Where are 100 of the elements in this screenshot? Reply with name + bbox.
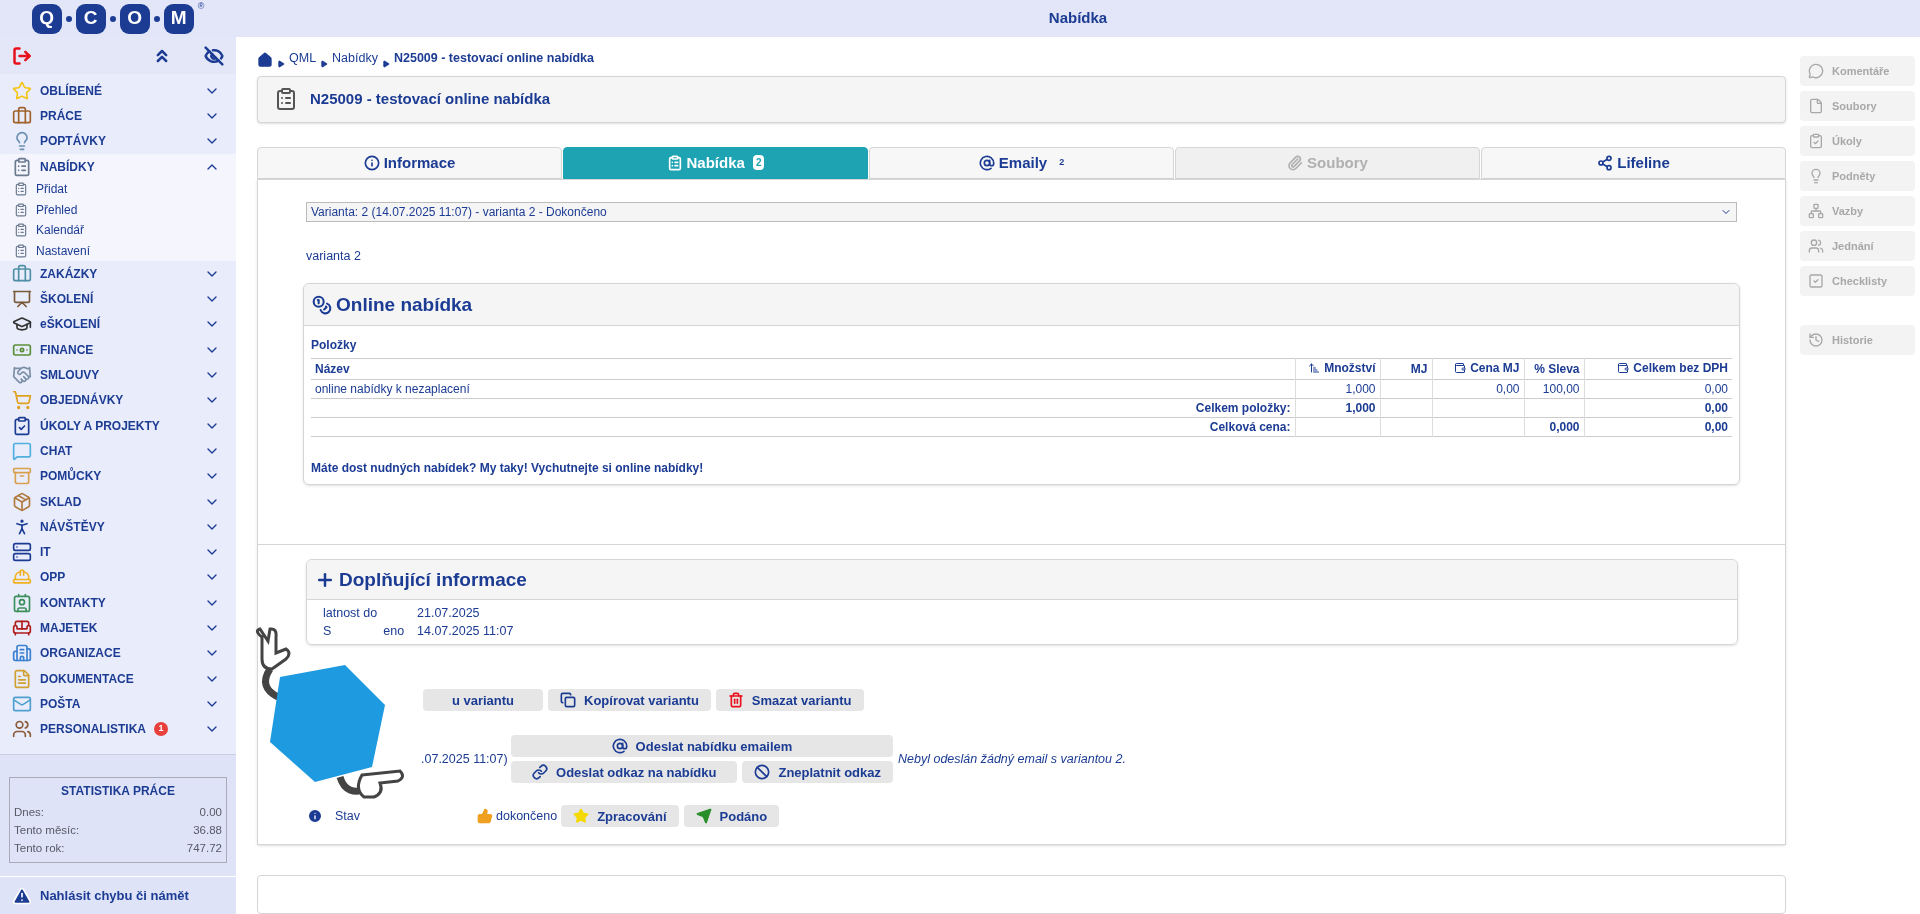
registered-mark: ®	[197, 0, 205, 13]
sidebar-item[interactable]: SKLAD	[0, 488, 236, 515]
checkbox-icon	[1808, 273, 1824, 289]
sidebar-subitem[interactable]: Nastavení	[0, 240, 236, 262]
panel-title: Doplňující informace	[339, 567, 527, 592]
stats-label: Tento měsíc:	[14, 822, 80, 838]
warning-icon	[12, 885, 32, 906]
logout-icon[interactable]	[12, 45, 32, 66]
column-header: % Sleva	[1534, 361, 1580, 379]
sidebar-item[interactable]: OBJEDNÁVKY	[0, 387, 236, 413]
chat-icon	[12, 440, 32, 461]
breadcrumb-link[interactable]: QML	[289, 48, 317, 68]
sidebar-item[interactable]: ÚKOLY A PROJEKTY	[0, 412, 236, 439]
detail-value: 21.07.2025	[417, 604, 480, 622]
report-link[interactable]: Nahlásit chybu či námět	[40, 885, 189, 906]
ban-icon	[754, 764, 771, 781]
sidebar-item[interactable]: POMŮCKY	[0, 463, 236, 489]
lightbulb-icon	[1808, 168, 1824, 184]
table-cell: 1,000	[1345, 382, 1376, 397]
clipboard-icon	[14, 202, 28, 217]
table-cell: 100,00	[1542, 382, 1580, 397]
page-title: N25009 - testovací online nabídka	[310, 89, 551, 110]
sort-icon	[1308, 362, 1321, 375]
total-label: Celková cena:	[1209, 420, 1291, 435]
home-icon[interactable]	[257, 51, 273, 68]
sidebar-item[interactable]: SMLOUVY	[0, 362, 236, 388]
sidebar-item[interactable]: POPTÁVKY	[0, 128, 236, 154]
table-cell: 1,000	[1345, 401, 1376, 416]
history-icon	[1808, 332, 1824, 348]
tab[interactable]: Emaily 2	[869, 147, 1174, 179]
server-icon	[12, 542, 32, 563]
box-icon	[12, 466, 32, 487]
at-sign-icon	[978, 154, 995, 171]
sidebar-item[interactable]: PERSONALISTIKA 1	[0, 716, 236, 742]
column-header: MJ	[1410, 361, 1428, 379]
sidebar-item[interactable]: CHAT	[0, 438, 236, 464]
variant-button[interactable]: Smazat variantu	[715, 689, 864, 712]
table-cell: 0,00	[1704, 420, 1728, 435]
table-cell: 0,000	[1549, 420, 1580, 435]
detail-label: latnost do	[323, 604, 378, 622]
send-link-button[interactable]: Odeslat odkaz na nabídku	[511, 761, 738, 784]
revoke-link-button[interactable]: Zneplatnit odkaz	[742, 761, 893, 784]
briefcase-icon	[12, 105, 32, 126]
contact-card-icon	[12, 592, 32, 613]
count-badge: 1	[154, 722, 168, 737]
sidebar-subitem[interactable]: Kalendář	[0, 220, 236, 241]
table-cell: online nabídky k nezaplacení	[315, 382, 470, 397]
panel-title: Online nabídka	[336, 292, 473, 317]
stats-value: 36.88	[193, 822, 222, 838]
sidebar-item[interactable]: ORGANIZACE	[0, 640, 236, 666]
status-label: Stav	[335, 807, 361, 825]
caret-icon	[320, 59, 329, 68]
sidebar-item[interactable]: PRÁCE	[0, 103, 236, 129]
status-button[interactable]: Zpracování	[561, 805, 679, 828]
tab[interactable]: Lifeline	[1481, 147, 1786, 179]
sidebar-item[interactable]: OPP	[0, 564, 236, 591]
count-badge: 2	[752, 155, 765, 171]
sidebar-item[interactable]: NÁVŠTĚVY	[0, 514, 236, 540]
sidebar-item[interactable]: OBLÍBENÉ	[0, 78, 236, 104]
buildings-icon	[12, 643, 32, 664]
variant-button[interactable]: Kopírovat variantu	[548, 689, 711, 712]
variant-button[interactable]: u variantu	[423, 689, 543, 712]
link-icon	[532, 764, 549, 781]
stats-value: 0.00	[199, 804, 222, 820]
send-email-button[interactable]: Odeslat nabídku emailem	[511, 735, 893, 758]
sidebar-item[interactable]: ŠKOLENÍ	[0, 286, 236, 312]
easel-icon	[12, 289, 32, 310]
sidebar-item[interactable]: eŠKOLENÍ	[0, 311, 236, 338]
variant-select[interactable]: Varianta: 2 (14.07.2025 11:07) - varianta 2 - Dokončeno	[306, 201, 1737, 222]
money-icon	[1617, 362, 1630, 375]
eye-slash-icon[interactable]	[204, 45, 224, 66]
sidebar-item[interactable]: ZAKÁZKY	[0, 261, 236, 287]
coins-icon	[312, 294, 332, 315]
thumbs-up-icon	[477, 808, 493, 825]
sidebar-item[interactable]: DOKUMENTACE	[0, 665, 236, 692]
date-fragment: .07.2025 11:07)	[421, 750, 509, 768]
status-button[interactable]: Podáno	[683, 805, 780, 828]
armchair-icon	[12, 618, 32, 638]
sidebar-subitem[interactable]: Přidat	[0, 179, 236, 200]
clipboard-icon	[274, 87, 298, 112]
count-label: 2	[1059, 156, 1065, 169]
sidebar-item[interactable]: POŠTA	[0, 691, 236, 717]
sidebar-item[interactable]: KONTAKTY	[0, 590, 236, 616]
sidebar-item[interactable]: FINANCE	[0, 337, 236, 363]
speech-bubble-icon	[1808, 63, 1824, 79]
table-cell: 0,00	[1704, 401, 1728, 416]
sidebar-subitem[interactable]: Přehled	[0, 199, 236, 221]
clipboard-icon	[14, 223, 28, 238]
sidebar-item[interactable]: IT	[0, 539, 236, 565]
breadcrumb-link[interactable]: Nabídky	[332, 48, 378, 68]
sidebar-item[interactable]: NABÍDKY	[0, 153, 236, 180]
nodes-icon	[1597, 154, 1614, 171]
variant-name: varianta 2	[306, 247, 361, 265]
sidebar-item[interactable]: MAJETEK	[0, 615, 236, 641]
breadcrumb-link[interactable]: N25009 - testovací online nabídka	[393, 48, 595, 68]
tab[interactable]: Informace	[257, 147, 562, 179]
money-icon	[1454, 362, 1467, 375]
handshake-icon	[12, 365, 32, 385]
logo-letter: M	[163, 3, 194, 34]
header-title: Nabídka	[1048, 8, 1108, 29]
